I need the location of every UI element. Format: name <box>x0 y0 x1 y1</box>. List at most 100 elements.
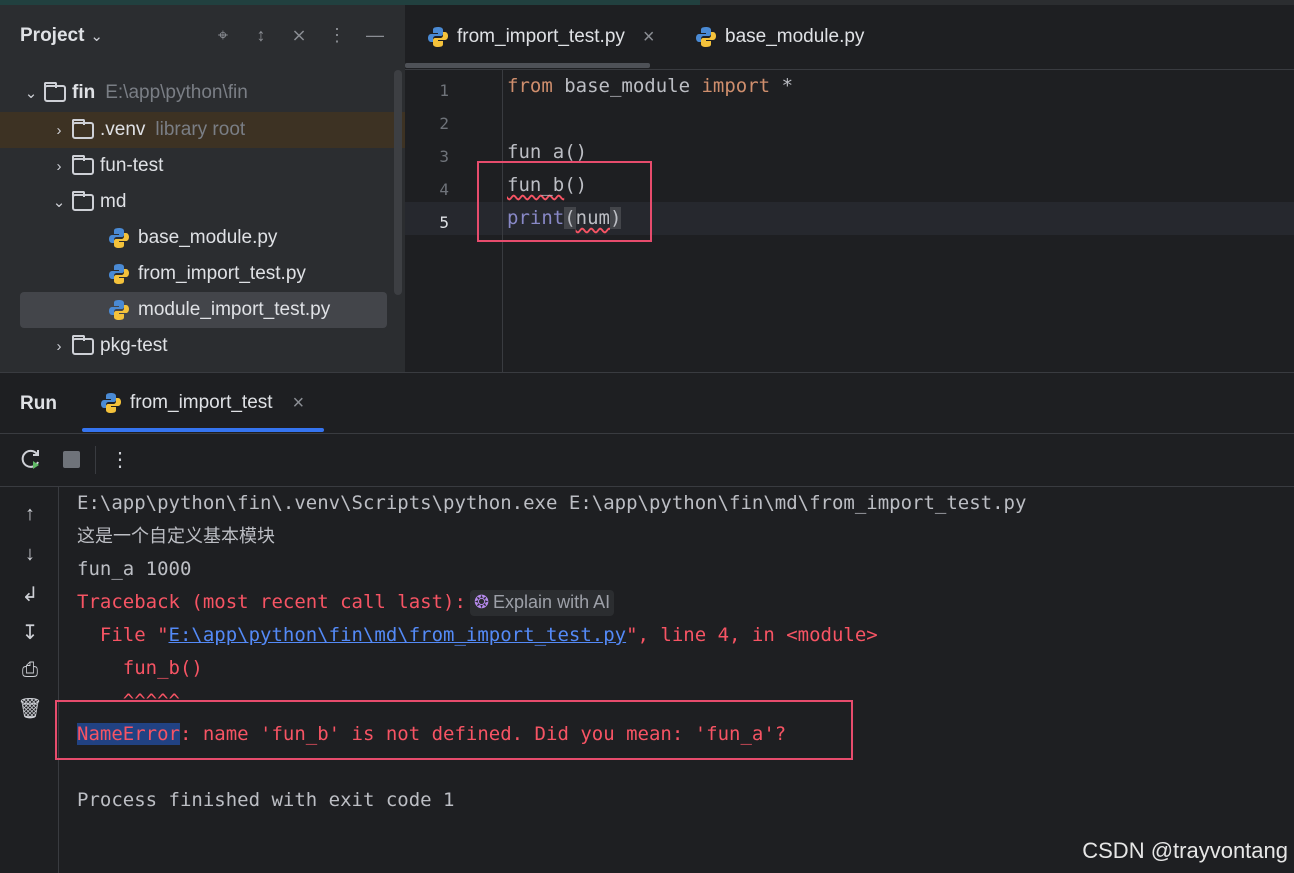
tree-item-module-import-test[interactable]: module_import_test.py <box>20 292 387 328</box>
tree-item-label: module_import_test.py <box>138 299 331 320</box>
folder-icon <box>72 118 94 139</box>
console-line-file: File "E:\app\python\fin\md\from_import_t… <box>77 619 878 652</box>
tree-item-label: pkg-test <box>100 335 168 356</box>
keyword: from <box>507 75 553 97</box>
run-tab-label: from_import_test <box>130 392 273 413</box>
run-title: Run <box>20 393 57 414</box>
project-toolbar: ⌖ ↕ ⨯ ⋮ — <box>211 23 387 47</box>
keyword: import <box>701 75 771 97</box>
chevron-right-icon[interactable]: › <box>50 158 68 175</box>
chevron-down-icon[interactable]: ⌄ <box>22 84 40 102</box>
file-link[interactable]: E:\app\python\fin\md\from_import_test.py <box>169 624 627 646</box>
tree-item-md[interactable]: ⌄ md <box>0 184 392 220</box>
tree-item-label: from_import_test.py <box>138 263 306 284</box>
module-name: base_module <box>552 75 702 97</box>
tab-base-module[interactable]: base_module.py <box>695 5 864 69</box>
line-number: 1 <box>439 81 449 100</box>
console-line: fun_b() <box>77 657 203 679</box>
line-number: 5 <box>439 213 449 232</box>
chevron-down-icon: ⌄ <box>90 28 103 45</box>
run-header: Run from_import_test × <box>0 373 1294 434</box>
close-icon[interactable]: × <box>293 392 305 415</box>
file-suffix: ", line 4, in <module> <box>626 624 878 646</box>
scroll-to-end-icon[interactable]: ↧ <box>17 619 43 645</box>
project-scrollbar[interactable] <box>394 70 402 295</box>
tree-item-venv[interactable]: › .venv library root <box>0 112 405 148</box>
folder-icon <box>72 154 94 175</box>
project-panel: Project ⌄ ⌖ ↕ ⨯ ⋮ — ⌄ fin E:\app\python\… <box>0 5 405 372</box>
ai-icon: ❂ <box>473 592 490 612</box>
tree-item-base-module[interactable]: base_module.py <box>0 220 392 256</box>
console-line: E:\app\python\fin\.venv\Scripts\python.e… <box>77 492 1027 514</box>
python-file-icon <box>696 27 716 47</box>
console-line: fun_a 1000 <box>77 558 192 580</box>
locate-icon[interactable]: ⌖ <box>211 23 235 47</box>
chevron-down-icon[interactable]: ⌄ <box>50 193 68 211</box>
editor-tabs: from_import_test.py × base_module.py <box>405 5 1294 70</box>
python-file-icon <box>109 300 129 320</box>
rerun-icon[interactable] <box>18 446 44 472</box>
print-icon[interactable]: ⎙ <box>17 657 43 683</box>
toolbar-divider <box>95 446 96 474</box>
package-folder-icon <box>72 334 94 355</box>
tree-item-label: .venv <box>100 119 146 140</box>
project-title: Project <box>20 25 85 46</box>
tree-item-hint: E:\app\python\fin <box>105 82 248 103</box>
tree-item-fun-test[interactable]: › fun-test <box>0 148 392 184</box>
tab-from-import-test[interactable]: from_import_test.py × <box>427 5 655 69</box>
console-line: 这是一个自定义基本模块 <box>77 526 275 547</box>
close-icon[interactable]: × <box>643 26 655 49</box>
folder-icon <box>72 190 94 211</box>
highlight-box <box>55 700 853 760</box>
python-file-icon <box>109 264 129 284</box>
code-line-1[interactable]: from base_module import * <box>507 75 793 97</box>
tree-item-from-import-test[interactable]: from_import_test.py <box>0 256 392 292</box>
active-tab-indicator <box>82 428 324 432</box>
run-toolbar: ⋮ <box>0 434 1294 487</box>
editor-panel: from_import_test.py × base_module.py 1 2… <box>405 5 1294 372</box>
highlight-box <box>477 161 652 242</box>
tree-item-fin[interactable]: ⌄ fin E:\app\python\fin <box>0 75 392 111</box>
more-options-icon[interactable]: ⋮ <box>107 446 133 472</box>
python-file-icon <box>428 27 448 47</box>
tree-item-label: base_module.py <box>138 227 278 248</box>
line-number: 4 <box>439 180 449 199</box>
code-line-3[interactable]: fun_a() <box>507 141 587 163</box>
line-number: 3 <box>439 147 449 166</box>
active-tab-indicator <box>405 63 650 68</box>
arrow-up-icon[interactable]: ↑ <box>17 501 43 527</box>
tree-item-label: fin <box>72 82 96 103</box>
tree-item-label: fun-test <box>100 155 164 176</box>
folder-icon <box>44 81 66 102</box>
tree-item-label: md <box>100 191 127 212</box>
chevron-right-icon[interactable]: › <box>50 122 68 139</box>
ai-label: Explain with AI <box>493 592 611 612</box>
tab-label: base_module.py <box>725 26 865 47</box>
expand-all-icon[interactable]: ↕ <box>249 23 273 47</box>
call-text: fun_a() <box>507 141 588 163</box>
explain-with-ai-button[interactable]: ❂ Explain with AI <box>469 589 615 616</box>
soft-wrap-icon[interactable]: ↲ <box>17 581 43 607</box>
watermark: CSDN @trayvontang <box>1082 838 1288 863</box>
run-tab[interactable]: from_import_test × <box>100 373 304 433</box>
minimize-icon[interactable]: — <box>363 23 387 47</box>
tab-label: from_import_test.py <box>457 26 625 47</box>
more-options-icon[interactable]: ⋮ <box>325 23 349 47</box>
arrow-down-icon[interactable]: ↓ <box>17 541 43 567</box>
chevron-right-icon[interactable]: › <box>50 338 68 355</box>
stop-icon[interactable] <box>58 446 84 472</box>
wildcard: * <box>770 75 794 97</box>
trash-icon[interactable]: 🗑 <box>17 695 43 721</box>
line-number: 2 <box>439 114 449 133</box>
python-file-icon <box>101 393 121 413</box>
traceback-text: Traceback (most recent call last): <box>77 591 466 613</box>
console-line: Process finished with exit code 1 <box>77 789 455 811</box>
run-sidebar: ↑ ↓ ↲ ↧ ⎙ 🗑 <box>0 487 59 873</box>
console-line-traceback: Traceback (most recent call last): ❂ Expla… <box>77 586 615 619</box>
collapse-all-icon[interactable]: ⨯ <box>287 23 311 47</box>
tree-item-hint: library root <box>155 119 246 140</box>
file-prefix: File " <box>77 624 169 646</box>
project-dropdown[interactable]: Project ⌄ <box>20 25 103 47</box>
python-file-icon <box>109 228 129 248</box>
tree-item-pkg-test[interactable]: › pkg-test <box>0 328 392 364</box>
